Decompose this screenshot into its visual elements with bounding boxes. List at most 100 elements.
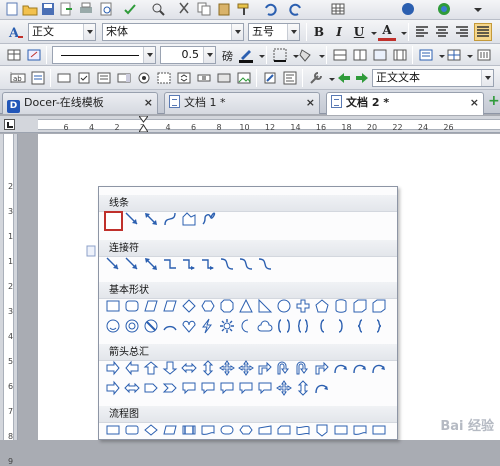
align-right-icon[interactable]: [454, 24, 470, 40]
tools-icon[interactable]: [308, 70, 324, 86]
format-painter-icon[interactable]: [236, 1, 252, 17]
field-props-icon[interactable]: [30, 70, 46, 86]
shape-freeform-icon[interactable]: [181, 211, 197, 227]
shape-curvedr-icon[interactable]: [352, 360, 368, 376]
redo-icon[interactable]: [288, 1, 304, 17]
shape-chevron-icon[interactable]: [162, 380, 178, 396]
shape-heart-icon[interactable]: [181, 318, 197, 334]
shape-elbowarrow-icon[interactable]: [200, 256, 216, 272]
print-icon[interactable]: [78, 1, 94, 17]
help-icon[interactable]: [400, 1, 416, 17]
shape-fc-offpage-icon[interactable]: [314, 422, 330, 438]
shading-icon[interactable]: [298, 47, 314, 63]
pen-color-dropdown-icon[interactable]: [254, 48, 265, 64]
shape-fc-decision-icon[interactable]: [143, 422, 159, 438]
chevron-down-icon[interactable]: [287, 24, 299, 40]
shape-fc-prep-icon[interactable]: [238, 422, 254, 438]
shape-bolt-icon[interactable]: [200, 318, 216, 334]
font-color-button[interactable]: A: [378, 23, 396, 41]
shape-fc-manual-icon[interactable]: [257, 422, 273, 438]
shape-callout-icon[interactable]: [181, 380, 197, 396]
tab-doc-1[interactable]: 文档 1 * ×: [164, 92, 320, 114]
close-icon[interactable]: ×: [306, 93, 315, 113]
shape-elbow-icon[interactable]: [162, 256, 178, 272]
shape-curvedconn-icon[interactable]: [257, 256, 273, 272]
text-field-icon[interactable]: ab: [10, 70, 26, 86]
text-direction-icon[interactable]: [476, 47, 492, 63]
combo-box-icon[interactable]: [116, 70, 132, 86]
shape-hex-icon[interactable]: [200, 298, 216, 314]
shape-callout-icon[interactable]: [219, 380, 235, 396]
shape-cube-icon[interactable]: [352, 298, 368, 314]
new-doc-icon[interactable]: [4, 1, 20, 17]
shape-cross-icon[interactable]: [295, 298, 311, 314]
shape-pent-icon[interactable]: [314, 298, 330, 314]
shape-para-icon[interactable]: [162, 298, 178, 314]
shape-bracketpair-icon[interactable]: [276, 318, 292, 334]
font-size-select[interactable]: 五号: [248, 23, 300, 41]
insert-row-icon[interactable]: [332, 47, 348, 63]
shape-darrow-icon[interactable]: [143, 256, 159, 272]
shape-circle-icon[interactable]: [276, 298, 292, 314]
shape-fc-card-icon[interactable]: [276, 422, 292, 438]
chevron-down-icon[interactable]: [143, 47, 155, 63]
chevron-down-icon[interactable]: [481, 70, 493, 86]
spell-check-icon[interactable]: [122, 1, 138, 17]
save-icon[interactable]: [40, 1, 56, 17]
menu-overflow-icon[interactable]: [470, 1, 486, 17]
shape-uturn-icon[interactable]: [276, 360, 292, 376]
shape-udarrow-icon[interactable]: [295, 380, 311, 396]
shape-elbowarrow-icon[interactable]: [181, 256, 197, 272]
shape-curvedconn-icon[interactable]: [238, 256, 254, 272]
tab-doc-2[interactable]: 文档 2 * ×: [326, 92, 484, 115]
shape-uarrow-icon[interactable]: [143, 360, 159, 376]
shape-arrow-icon[interactable]: [105, 256, 121, 272]
shape-rect-icon[interactable]: [105, 298, 121, 314]
shape-smiley-icon[interactable]: [105, 318, 121, 334]
styles-pane-icon[interactable]: A: [8, 24, 24, 40]
find-icon[interactable]: [150, 1, 166, 17]
shape-rbracket-icon[interactable]: [333, 318, 349, 334]
sort-icon[interactable]: [446, 47, 462, 63]
preview-icon[interactable]: [98, 1, 114, 17]
shape-lbracket-icon[interactable]: [314, 318, 330, 334]
copy-icon[interactable]: [196, 1, 212, 17]
font-family-select[interactable]: 宋体: [102, 23, 244, 41]
image-control-icon[interactable]: [236, 70, 252, 86]
shape-cube-icon[interactable]: [371, 298, 387, 314]
shape-curvedconn-icon[interactable]: [219, 256, 235, 272]
shape-can-icon[interactable]: [333, 298, 349, 314]
shape-oct-icon[interactable]: [219, 298, 235, 314]
design-mode-icon[interactable]: [262, 70, 278, 86]
arrow-right-icon[interactable]: [354, 70, 370, 86]
shape-bracepair-icon[interactable]: [295, 318, 311, 334]
shape-fc-doc-icon[interactable]: [352, 422, 368, 438]
shape-fc-doc-icon[interactable]: [200, 422, 216, 438]
outline-level-select[interactable]: 正文文本: [372, 69, 494, 87]
split-cells-icon[interactable]: [392, 47, 408, 63]
shape-arrow-icon[interactable]: [124, 211, 140, 227]
export-icon[interactable]: [58, 1, 74, 17]
shape-pentarrow-icon[interactable]: [143, 380, 159, 396]
shape-fc-tape-icon[interactable]: [295, 422, 311, 438]
shape-lrarrow-icon[interactable]: [181, 360, 197, 376]
shape-curve-icon[interactable]: [162, 211, 178, 227]
table-align-dropdown-icon[interactable]: [434, 48, 445, 64]
shape-donut-icon[interactable]: [124, 318, 140, 334]
shape-larrow-icon[interactable]: [124, 360, 140, 376]
merge-cells-icon[interactable]: [372, 47, 388, 63]
shape-moon-icon[interactable]: [238, 318, 254, 334]
spin-icon[interactable]: [176, 70, 192, 86]
shape-rtri-icon[interactable]: [257, 298, 273, 314]
shape-quad-icon[interactable]: [219, 360, 235, 376]
new-tab-button[interactable]: +: [488, 93, 500, 109]
table-align-icon[interactable]: [418, 47, 434, 63]
draw-table-icon[interactable]: [6, 47, 22, 63]
borders-dropdown-icon[interactable]: [288, 48, 299, 64]
tab-stop-selector[interactable]: [4, 119, 15, 130]
italic-button[interactable]: I: [330, 23, 348, 41]
shape-curvedr-icon[interactable]: [333, 360, 349, 376]
underline-dropdown-icon[interactable]: [366, 25, 377, 41]
shape-udarrow-icon[interactable]: [200, 360, 216, 376]
open-folder-icon[interactable]: [22, 1, 38, 17]
